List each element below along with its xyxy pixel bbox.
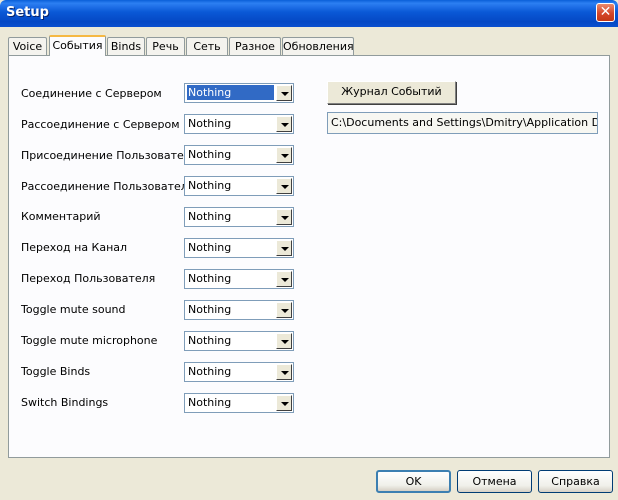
tab-events[interactable]: События: [49, 35, 106, 56]
select-value: Nothing: [188, 179, 232, 192]
event-sound-select[interactable]: Nothing: [184, 207, 294, 227]
event-label: Переход на Канал: [21, 241, 128, 254]
tab-updates[interactable]: Обновления: [282, 37, 354, 55]
event-label: Присоединение Пользователя: [21, 149, 198, 162]
cancel-button[interactable]: Отмена: [457, 470, 532, 493]
chevron-down-icon[interactable]: [276, 333, 292, 349]
chevron-down-icon[interactable]: [276, 395, 292, 411]
select-value: Nothing: [188, 272, 232, 285]
help-button[interactable]: Справка: [538, 470, 613, 493]
window-title: Setup: [6, 5, 49, 20]
select-value: Nothing: [188, 396, 232, 409]
chevron-down-icon[interactable]: [276, 364, 292, 380]
close-button[interactable]: ✕: [596, 3, 615, 22]
event-sound-select[interactable]: Nothing: [184, 362, 294, 382]
event-label: Рассоединение с Сервером: [21, 118, 180, 131]
select-value: Nothing: [188, 365, 232, 378]
tab-voice[interactable]: Voice: [8, 37, 47, 55]
log-path-field[interactable]: C:\Documents and Settings\Dmitry\Applica…: [327, 112, 598, 134]
chevron-down-icon[interactable]: [276, 116, 292, 132]
chevron-down-icon[interactable]: [276, 240, 292, 256]
select-value: Nothing: [188, 241, 232, 254]
event-label: Toggle mute microphone: [21, 334, 158, 347]
event-sound-select[interactable]: Nothing: [184, 300, 294, 320]
event-sound-select[interactable]: Nothing: [184, 393, 294, 413]
event-label: Комментарий: [21, 210, 101, 223]
event-sound-select[interactable]: Nothing: [184, 331, 294, 351]
event-sound-select[interactable]: Nothing: [184, 145, 294, 165]
select-value: Nothing: [188, 148, 232, 161]
event-sound-select[interactable]: Nothing: [184, 269, 294, 289]
select-value: Nothing: [187, 85, 274, 100]
event-label: Toggle mute sound: [21, 303, 126, 316]
tab-binds[interactable]: Binds: [107, 37, 145, 55]
title-bar[interactable]: Setup ✕: [0, 0, 618, 27]
chevron-down-icon[interactable]: [276, 209, 292, 225]
tab-misc[interactable]: Разное: [229, 37, 281, 55]
chevron-down-icon[interactable]: [276, 178, 292, 194]
chevron-down-icon[interactable]: [276, 302, 292, 318]
event-label: Switch Bindings: [21, 396, 109, 409]
event-sound-select[interactable]: Nothing: [184, 176, 294, 196]
event-label: Переход Пользователя: [21, 272, 156, 285]
ok-button[interactable]: OK: [376, 470, 451, 493]
tab-network[interactable]: Сеть: [186, 37, 228, 55]
select-value: Nothing: [188, 334, 232, 347]
chevron-down-icon[interactable]: [276, 271, 292, 287]
event-label: Рассоединение Пользователя: [21, 180, 195, 193]
chevron-down-icon[interactable]: [276, 147, 292, 163]
select-value: Nothing: [188, 210, 232, 223]
select-value: Nothing: [188, 117, 232, 130]
tab-speech[interactable]: Речь: [146, 37, 185, 55]
event-sound-select[interactable]: Nothing: [184, 114, 294, 134]
event-log-button[interactable]: Журнал Событий: [327, 81, 456, 104]
event-label: Toggle Binds: [21, 365, 91, 378]
event-sound-select[interactable]: Nothing: [184, 83, 294, 103]
close-icon: ✕: [599, 4, 612, 20]
event-label: Соединение с Сервером: [21, 87, 162, 100]
event-sound-select[interactable]: Nothing: [184, 238, 294, 258]
select-value: Nothing: [188, 303, 232, 316]
events-tab-page: Соединение с Сервером Nothing Рассоедине…: [8, 55, 610, 458]
chevron-down-icon[interactable]: [276, 85, 292, 101]
